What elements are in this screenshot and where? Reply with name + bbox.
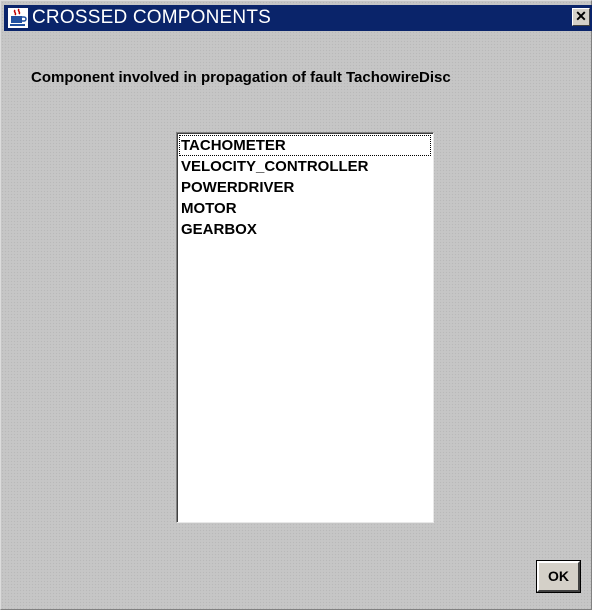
list-item[interactable]: VELOCITY_CONTROLLER xyxy=(179,156,431,177)
dialog-window: CROSSED COMPONENTS ✕ Component involved … xyxy=(0,0,592,610)
ok-button[interactable]: OK xyxy=(537,561,580,592)
list-item[interactable]: POWERDRIVER xyxy=(179,177,431,198)
title-bar[interactable]: CROSSED COMPONENTS ✕ xyxy=(4,5,592,31)
list-item[interactable]: TACHOMETER xyxy=(179,135,431,156)
components-list[interactable]: TACHOMETER VELOCITY_CONTROLLER POWERDRIV… xyxy=(176,132,434,523)
close-button[interactable]: ✕ xyxy=(572,8,590,26)
list-item[interactable]: MOTOR xyxy=(179,198,431,219)
window-title: CROSSED COMPONENTS xyxy=(32,7,272,28)
java-cup-icon xyxy=(8,8,28,28)
close-icon: ✕ xyxy=(575,8,587,24)
list-item[interactable]: GEARBOX xyxy=(179,219,431,240)
message-label: Component involved in propagation of fau… xyxy=(31,69,451,86)
